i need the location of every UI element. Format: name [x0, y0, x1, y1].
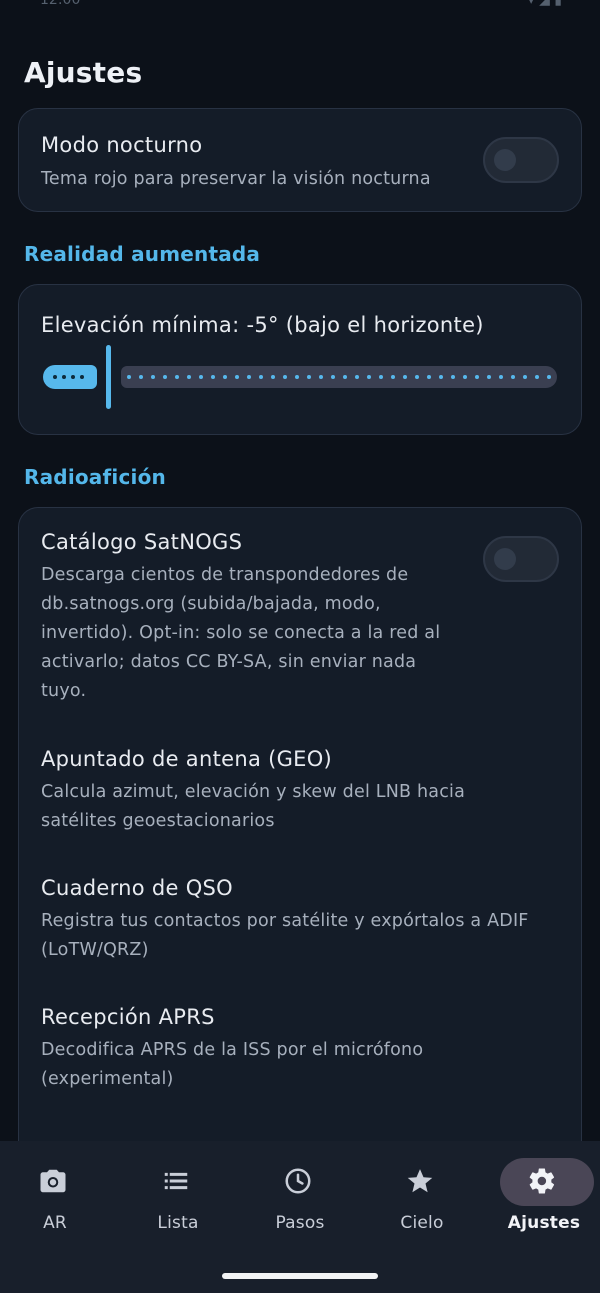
aprs-subtitle: Decodifica APRS de la ISS por el micrófo… [41, 1036, 423, 1094]
gear-icon [529, 1168, 555, 1194]
slider-tick-dot [211, 375, 215, 379]
antenna-subtitle-line: satélites geoestacionarios [41, 811, 275, 831]
slider-tick-dot [235, 375, 239, 379]
slider-tick-dot [127, 375, 131, 379]
slider-tick-dot [403, 375, 407, 379]
satnogs-subtitle-line: Descarga cientos de transpondedores de [41, 565, 409, 585]
slider-tick-dot [451, 375, 455, 379]
slider-tick-dot [535, 375, 539, 379]
slider-tick-dot [319, 375, 323, 379]
nav-item-lista[interactable]: Lista [118, 1141, 238, 1241]
slider-tick-dot [199, 375, 203, 379]
settings-screen: 12:00 ▾ ◢ ▮ Ajustes Modo nocturno Tema r… [0, 0, 600, 1293]
nav-item-ajustes[interactable]: Ajustes [484, 1141, 600, 1241]
antenna-pointing-subtitle: Calcula azimut, elevación y skew del LNB… [41, 778, 465, 836]
night-mode-toggle[interactable] [483, 137, 559, 183]
slider-tick-dot [499, 375, 503, 379]
night-mode-title: Modo nocturno [41, 133, 203, 157]
satnogs-subtitle-line: db.satnogs.org (subida/bajada, modo, [41, 594, 381, 614]
slider-inactive-track [121, 366, 557, 388]
slider-tick-dot [475, 375, 479, 379]
satnogs-title: Catálogo SatNOGS [41, 530, 243, 554]
slider-tick-dot [355, 375, 359, 379]
qso-subtitle-line: (LoTW/QRZ) [41, 940, 149, 960]
slider-tick-dot [523, 375, 527, 379]
slider-active-dots [53, 375, 84, 379]
satnogs-subtitle-line: invertido). Opt-in: solo se conecta a la… [41, 623, 441, 643]
status-bar: 12:00 ▾ ◢ ▮ [0, 0, 600, 10]
satnogs-subtitle-line: tuyo. [41, 681, 87, 701]
nav-label: Pasos [275, 1213, 325, 1233]
satnogs-toggle[interactable] [483, 536, 559, 582]
slider-tick-dot [259, 375, 263, 379]
slider-tick-dot [415, 375, 419, 379]
satnogs-subtitle-line: activarlo; datos CC BY-SA, sin enviar na… [41, 652, 417, 672]
min-elevation-slider[interactable] [43, 345, 557, 409]
aprs-title: Recepción APRS [41, 1005, 215, 1029]
status-icons: ▾ ◢ ▮ [527, 0, 562, 8]
slider-tick-dot [295, 375, 299, 379]
slider-tick-dot [331, 375, 335, 379]
slider-tick-dot [307, 375, 311, 379]
section-header-radio: Radioafición [24, 465, 166, 489]
slider-tick-dot [487, 375, 491, 379]
section-header-ar: Realidad aumentada [24, 242, 261, 266]
nav-label: Lista [157, 1213, 199, 1233]
antenna-pointing-title: Apuntado de antena (GEO) [41, 747, 333, 771]
slider-tick-dot [367, 375, 371, 379]
page-title: Ajustes [24, 56, 143, 89]
slider-tick-dot [151, 375, 155, 379]
slider-tick-dot [511, 375, 515, 379]
aprs-subtitle-line: Decodifica APRS de la ISS por el micrófo… [41, 1040, 424, 1060]
toggle-knob [494, 149, 516, 171]
slider-tick-dot [175, 375, 179, 379]
qso-subtitle-line: Registra tus contactos por satélite y ex… [41, 911, 529, 931]
min-elevation-label: Elevación mínima: -5° (bajo el horizonte… [41, 313, 484, 337]
slider-tick-dot [187, 375, 191, 379]
nav-item-ar[interactable]: AR [0, 1141, 115, 1241]
slider-tick-dot [283, 375, 287, 379]
slider-tick-dot [343, 375, 347, 379]
antenna-subtitle-line: Calcula azimut, elevación y skew del LNB… [41, 782, 466, 802]
qso-log-subtitle: Registra tus contactos por satélite y ex… [41, 907, 529, 965]
slider-tick-dot [379, 375, 383, 379]
slider-tick-dot [463, 375, 467, 379]
slider-tick-dot [547, 375, 551, 379]
nav-item-cielo[interactable]: Cielo [362, 1141, 482, 1241]
clock-icon [285, 1168, 311, 1194]
slider-tick-dot [223, 375, 227, 379]
radio-card: Catálogo SatNOGS Descarga cientos de tra… [18, 507, 582, 1167]
night-mode-card[interactable]: Modo nocturno Tema rojo para preservar l… [18, 108, 582, 212]
status-time: 12:00 [40, 0, 81, 8]
slider-tick-dot [439, 375, 443, 379]
nav-label: AR [43, 1213, 67, 1233]
home-indicator[interactable] [222, 1273, 378, 1279]
satnogs-subtitle: Descarga cientos de transpondedores de d… [41, 561, 440, 706]
slider-tick-dot [271, 375, 275, 379]
nav-label: Ajustes [507, 1213, 581, 1233]
slider-active-track [43, 365, 97, 389]
slider-tick-dot [427, 375, 431, 379]
qso-log-title: Cuaderno de QSO [41, 876, 234, 900]
slider-tick-dot [163, 375, 167, 379]
aprs-subtitle-line: (experimental) [41, 1069, 174, 1089]
slider-thumb[interactable] [106, 345, 111, 409]
slider-tick-dots [127, 375, 551, 379]
star-icon [407, 1169, 433, 1193]
nav-label: Cielo [400, 1213, 444, 1233]
slider-tick-dot [139, 375, 143, 379]
slider-tick-dot [247, 375, 251, 379]
camera-icon [40, 1169, 66, 1193]
list-icon [164, 1172, 188, 1190]
nav-item-pasos[interactable]: Pasos [240, 1141, 360, 1241]
ar-card: Elevación mínima: -5° (bajo el horizonte… [18, 284, 582, 435]
bottom-navigation: AR Lista Pasos Cielo Ajustes [0, 1141, 600, 1293]
toggle-knob [494, 548, 516, 570]
night-mode-subtitle: Tema rojo para preservar la visión noctu… [41, 169, 431, 189]
slider-tick-dot [391, 375, 395, 379]
